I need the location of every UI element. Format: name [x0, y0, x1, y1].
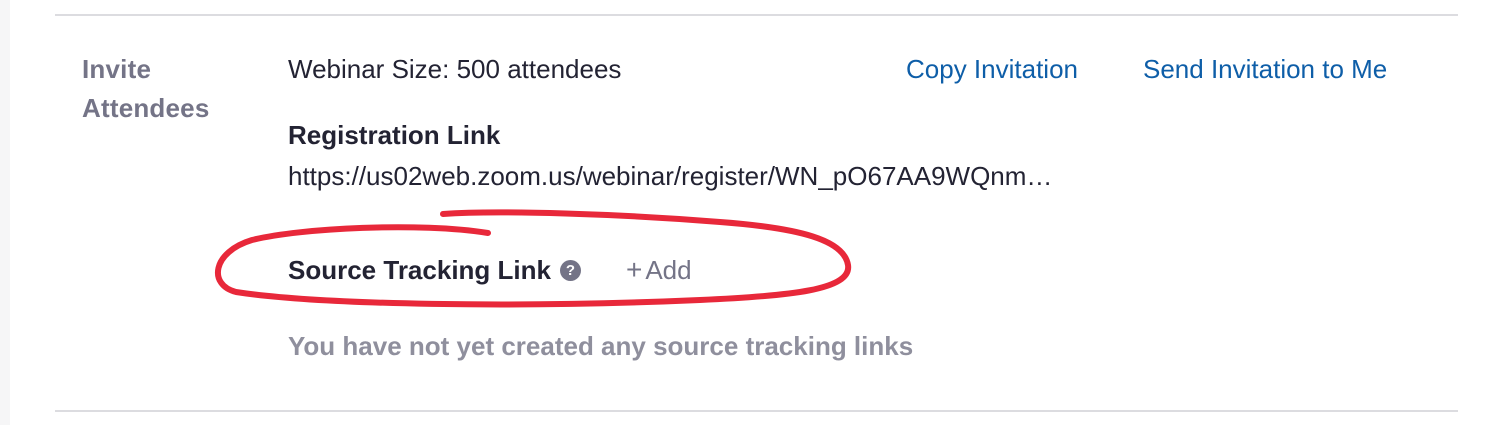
registration-link-heading: Registration Link	[288, 120, 501, 150]
bottom-divider	[55, 410, 1458, 412]
source-tracking-row: Source Tracking Link ? + Add	[288, 252, 692, 288]
section-label-line2: Attendees	[82, 93, 210, 123]
registration-link-url[interactable]: https://us02web.zoom.us/webinar/register…	[288, 159, 1178, 193]
section-label: Invite Attendees	[82, 50, 252, 128]
source-tracking-heading: Source Tracking Link	[288, 255, 551, 285]
webinar-size-text: Webinar Size: 500 attendees	[288, 54, 622, 84]
add-button-label: Add	[645, 255, 692, 285]
question-circle-icon[interactable]: ?	[559, 259, 581, 281]
empty-tracking-message: You have not yet created any source trac…	[288, 331, 914, 361]
send-invitation-link[interactable]: Send Invitation to Me	[1143, 52, 1387, 86]
add-source-tracking-button[interactable]: + Add	[626, 253, 692, 287]
plus-icon: +	[625, 254, 643, 285]
section-label-line1: Invite	[82, 54, 152, 84]
copy-invitation-link[interactable]: Copy Invitation	[906, 52, 1078, 86]
top-divider	[55, 14, 1458, 16]
